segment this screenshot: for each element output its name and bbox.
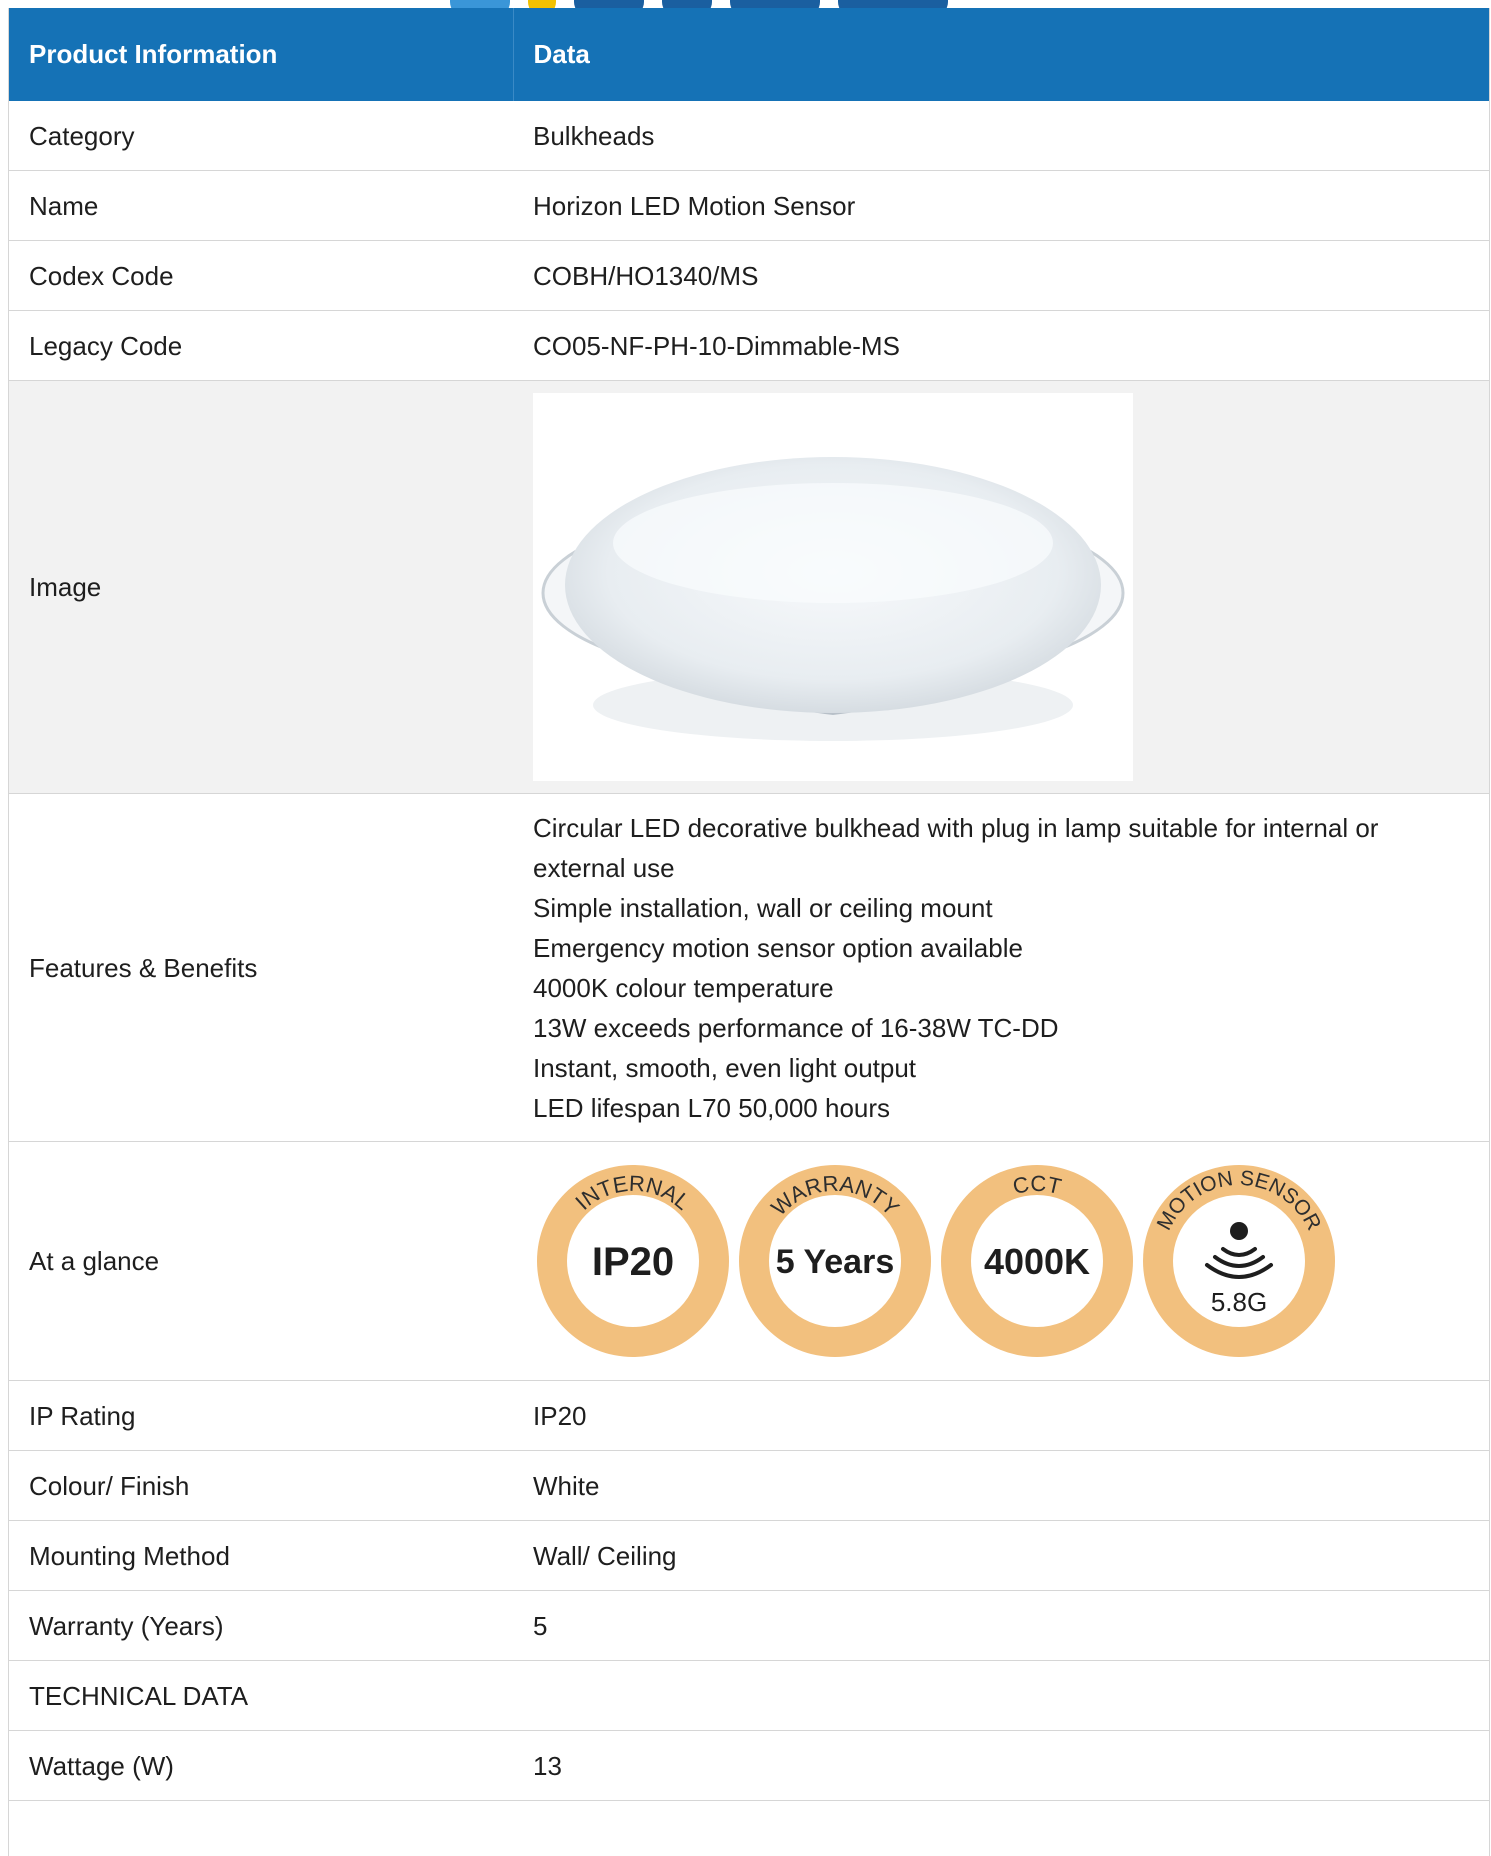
table-row: [9, 1800, 1489, 1856]
empty-cell: [513, 1800, 1489, 1856]
product-info-table: Product Information Data Category Bulkhe…: [8, 8, 1490, 1856]
row-label: Features & Benefits: [9, 793, 513, 1142]
row-value: 13: [513, 1730, 1489, 1801]
row-label: Legacy Code: [9, 310, 513, 381]
empty-cell: [9, 1800, 513, 1856]
row-label: IP Rating: [9, 1380, 513, 1451]
header-data: Data: [513, 8, 1489, 101]
row-value: IP20: [513, 1380, 1489, 1451]
site-logo-fragment: [430, 0, 1050, 8]
row-label: Codex Code: [9, 240, 513, 311]
motion-sensor-badge: MOTION SENSOR 5.8G: [1143, 1165, 1335, 1357]
row-value: [513, 380, 1489, 794]
row-technical-data: TECHNICAL DATA: [9, 1660, 1489, 1731]
row-codex-code: Codex Code COBH/HO1340/MS: [9, 240, 1489, 311]
row-at-a-glance: At a glance INTERNAL IP20 WARRANTY 5 Yea…: [9, 1141, 1489, 1381]
feature-line: LED lifespan L70 50,000 hours: [533, 1092, 891, 1123]
row-label: Mounting Method: [9, 1520, 513, 1591]
feature-line: Emergency motion sensor option available: [533, 932, 1023, 963]
product-image: [533, 393, 1133, 781]
row-value: [513, 1660, 1489, 1731]
header-product-information: Product Information: [9, 8, 514, 101]
row-value: Bulkheads: [513, 101, 1489, 171]
row-value: 5: [513, 1590, 1489, 1661]
row-category: Category Bulkheads: [9, 101, 1489, 171]
feature-line: 4000K colour temperature: [533, 972, 834, 1003]
badge-main-text: IP20: [592, 1240, 674, 1284]
feature-line: external use: [533, 852, 675, 883]
row-label: Category: [9, 101, 513, 171]
row-label: Colour/ Finish: [9, 1450, 513, 1521]
row-name: Name Horizon LED Motion Sensor: [9, 170, 1489, 241]
badge-main-text: 5 Years: [776, 1243, 895, 1281]
ip-rating-badge: INTERNAL IP20: [537, 1165, 729, 1357]
row-label: Wattage (W): [9, 1730, 513, 1801]
badge-top-text: CCT: [1011, 1171, 1064, 1199]
row-mounting-method: Mounting Method Wall/ Ceiling: [9, 1520, 1489, 1591]
badge-main-text: 5.8G: [1211, 1287, 1267, 1317]
row-label: Warranty (Years): [9, 1590, 513, 1661]
glance-badges: INTERNAL IP20 WARRANTY 5 Years CCT 4000K…: [513, 1141, 1489, 1381]
row-label: At a glance: [9, 1141, 513, 1381]
row-value: White: [513, 1450, 1489, 1521]
feature-line: Circular LED decorative bulkhead with pl…: [533, 812, 1379, 843]
badge-main-text: 4000K: [984, 1241, 1090, 1282]
row-label: Name: [9, 170, 513, 241]
row-value: CO05-NF-PH-10-Dimmable-MS: [513, 310, 1489, 381]
row-wattage: Wattage (W) 13: [9, 1730, 1489, 1801]
svg-text:CCT: CCT: [1011, 1171, 1064, 1199]
row-label: Image: [9, 380, 513, 794]
row-warranty: Warranty (Years) 5: [9, 1590, 1489, 1661]
feature-line: Simple installation, wall or ceiling mou…: [533, 892, 993, 923]
cct-badge: CCT 4000K: [941, 1165, 1133, 1357]
feature-line: Instant, smooth, even light output: [533, 1052, 917, 1083]
features-list: Circular LED decorative bulkhead with pl…: [513, 793, 1489, 1142]
table-header: Product Information Data: [9, 8, 1489, 101]
row-image: Image: [9, 380, 1489, 794]
row-ip-rating: IP Rating IP20: [9, 1380, 1489, 1451]
feature-line: 13W exceeds performance of 16-38W TC-DD: [533, 1012, 1059, 1043]
row-colour-finish: Colour/ Finish White: [9, 1450, 1489, 1521]
row-value: Wall/ Ceiling: [513, 1520, 1489, 1591]
row-value: Horizon LED Motion Sensor: [513, 170, 1489, 241]
row-value: COBH/HO1340/MS: [513, 240, 1489, 311]
section-heading: TECHNICAL DATA: [9, 1660, 513, 1731]
warranty-badge: WARRANTY 5 Years: [739, 1165, 931, 1357]
row-legacy-code: Legacy Code CO05-NF-PH-10-Dimmable-MS: [9, 310, 1489, 381]
row-features-benefits: Features & Benefits Circular LED decorat…: [9, 793, 1489, 1142]
